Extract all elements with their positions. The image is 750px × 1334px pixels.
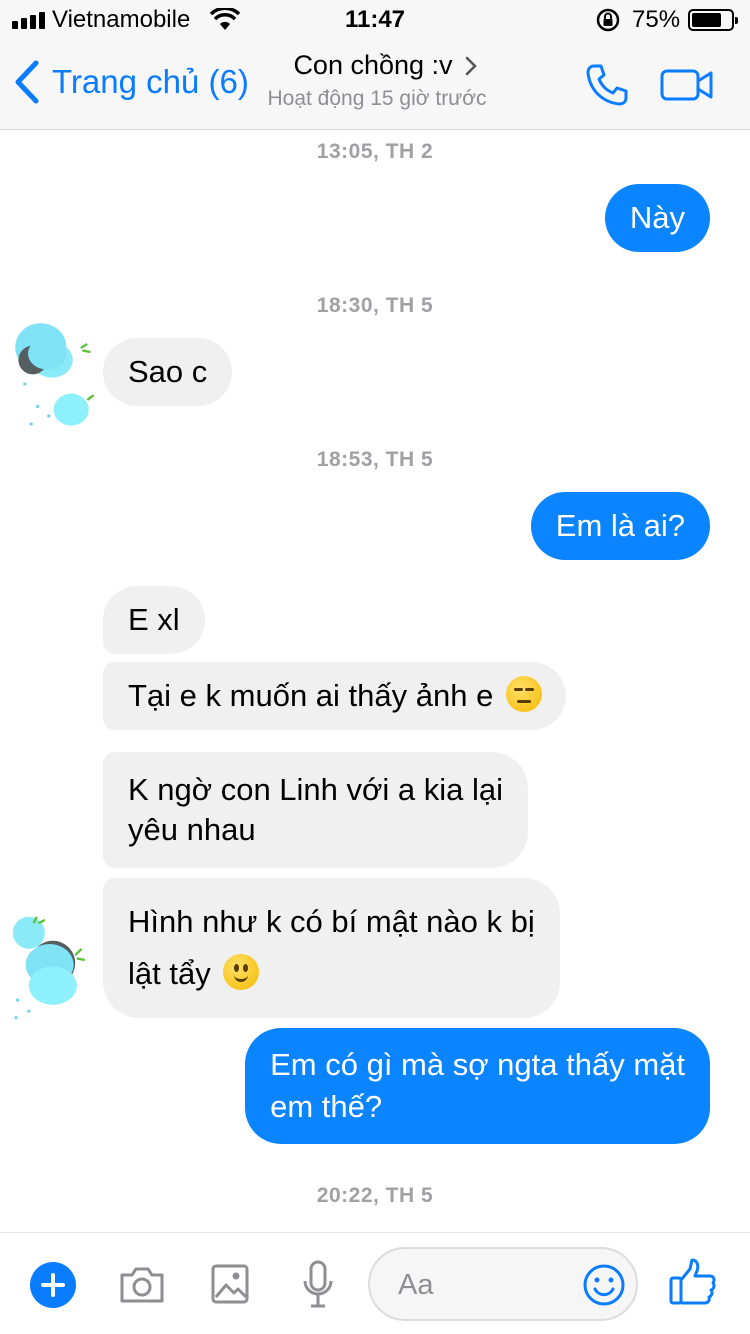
message-timestamp: 18:30, TH 5 <box>316 294 434 317</box>
incoming-message[interactable]: Sao c <box>103 338 233 406</box>
contact-avatar[interactable] <box>0 912 96 1032</box>
camera-icon[interactable] <box>118 1263 166 1305</box>
message-timestamp: 18:53, TH 5 <box>316 448 434 471</box>
video-camera-icon[interactable] <box>660 68 714 102</box>
phone-icon[interactable] <box>584 62 630 108</box>
thumbs-up-icon[interactable] <box>668 1257 718 1307</box>
contact-avatar[interactable] <box>4 312 100 432</box>
emoji-icon[interactable] <box>582 1263 626 1307</box>
plus-icon[interactable] <box>30 1262 76 1308</box>
incoming-message[interactable]: K ngờ con Linh với a kia lại yêu nhau <box>103 752 528 868</box>
message-input[interactable] <box>398 1265 578 1305</box>
message-timestamp: 13:05, TH 2 <box>316 140 434 163</box>
compose-bar <box>0 1232 750 1334</box>
message-input-box[interactable] <box>368 1247 638 1321</box>
incoming-message[interactable]: Tại e k muốn ai thấy ảnh e <box>103 662 566 730</box>
message-text-line: K ngờ con Linh với a kia lại <box>128 772 503 807</box>
contact-title[interactable]: Con chồng :v Hoạt động 15 giờ trước <box>0 50 750 111</box>
microphone-icon[interactable] <box>300 1259 336 1311</box>
incoming-message[interactable]: Hình như k có bí mật nào k bị lật tẩy <box>103 878 560 1018</box>
message-text-line: Hình như k có bí mật nào k bị <box>128 904 535 939</box>
rotation-lock-icon <box>596 8 620 32</box>
chevron-right-icon <box>465 56 477 75</box>
outgoing-message[interactable]: Em có gì mà sợ ngta thấy mặt em thế? <box>245 1028 710 1144</box>
active-status: Hoạt động 15 giờ trước <box>267 87 487 110</box>
battery-icon <box>688 9 738 31</box>
contact-name: Con chồng :v <box>293 50 453 80</box>
conversation-header: Trang chủ (6) Con chồng :v Hoạt động 15 … <box>0 40 750 130</box>
outgoing-message[interactable]: Em là ai? <box>530 492 710 560</box>
incoming-message[interactable]: E xl <box>103 586 205 654</box>
battery-percent: 75% <box>632 6 681 33</box>
message-text-line: em thế? <box>270 1089 383 1124</box>
outgoing-message[interactable]: Này <box>604 184 710 252</box>
expressionless-face-icon <box>505 676 542 712</box>
status-bar: Vietnamobile 11:47 75% <box>0 0 750 40</box>
image-icon[interactable] <box>210 1263 250 1305</box>
message-text-line: Em có gì mà sợ ngta thấy mặt <box>270 1047 685 1082</box>
message-timestamp: 20:22, TH 5 <box>316 1184 434 1207</box>
slightly-smiling-face-icon <box>223 954 260 990</box>
message-text-line: yêu nhau <box>128 812 256 847</box>
message-text-line: lật tẩy <box>128 956 211 991</box>
message-text: Tại e k muốn ai thấy ảnh e <box>128 678 494 713</box>
